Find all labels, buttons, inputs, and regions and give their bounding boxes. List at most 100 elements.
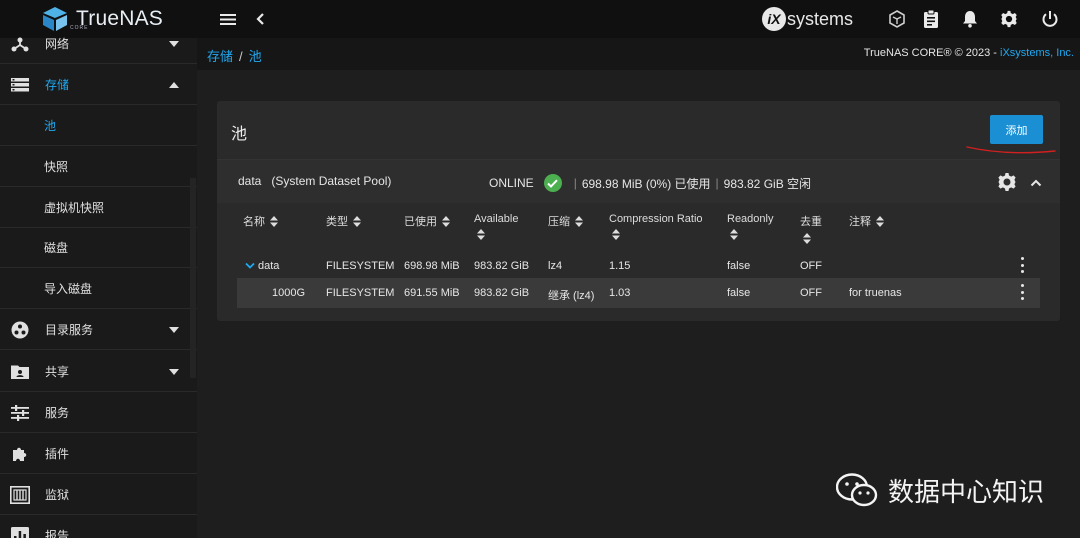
- chevron-left-icon[interactable]: [252, 0, 268, 38]
- sort-icon: [575, 215, 583, 227]
- sidebar: 网络 存储 池 快照 虚拟机快照 磁盘 导入磁盘 目录服务 共享 服务 插件 监…: [0, 37, 197, 538]
- column-comments[interactable]: 注释: [849, 213, 884, 229]
- page-title: 池: [231, 126, 248, 143]
- cell-readonly: false: [727, 287, 751, 299]
- column-name[interactable]: 名称: [243, 213, 278, 229]
- breadcrumb-current[interactable]: 池: [249, 49, 262, 64]
- directory-services-icon: [10, 320, 30, 340]
- bell-icon[interactable]: [959, 0, 981, 38]
- watermark: 数据中心知识: [836, 470, 1044, 510]
- column-label: 名称: [243, 216, 265, 228]
- breadcrumb: 存储 / 池: [207, 46, 262, 65]
- sidebar-item-label: 磁盘: [44, 241, 69, 255]
- copyright-notice: TrueNAS CORE® © 2023 - iXsystems, Inc.: [864, 47, 1074, 59]
- sidebar-item-pools[interactable]: 池: [0, 106, 197, 146]
- column-label: 去重: [800, 216, 822, 228]
- row-actions-more-icon[interactable]: [1019, 284, 1025, 300]
- column-label: 类型: [326, 216, 348, 228]
- sidebar-item-plugins[interactable]: 插件: [0, 434, 197, 474]
- column-available[interactable]: Available: [474, 213, 518, 240]
- cell-compression: 继承 (lz4): [548, 290, 595, 302]
- column-dedup[interactable]: 去重: [800, 213, 822, 244]
- truecommand-icon[interactable]: [886, 0, 908, 38]
- shares-icon: [10, 362, 30, 382]
- cell-name: data: [258, 260, 280, 272]
- sidebar-item-jails[interactable]: 监狱: [0, 475, 197, 515]
- sidebar-item-services[interactable]: 服务: [0, 393, 197, 433]
- sidebar-item-label: 网络: [45, 37, 70, 51]
- storage-icon: [10, 75, 30, 95]
- sidebar-item-label: 报告: [45, 529, 70, 538]
- cell-ratio: 1.03: [609, 287, 631, 299]
- ixsystems-logo[interactable]: iX systems: [762, 6, 853, 32]
- sort-icon: [730, 229, 738, 240]
- sidebar-item-vm-snapshots[interactable]: 虚拟机快照: [0, 188, 197, 228]
- sidebar-item-shares[interactable]: 共享: [0, 352, 197, 392]
- pool-name: data: [238, 174, 262, 188]
- ix-badge: iX: [762, 7, 786, 31]
- collapse-chevron-up-icon[interactable]: [1030, 176, 1042, 188]
- check-circle-icon: [543, 174, 562, 192]
- column-used[interactable]: 已使用: [404, 213, 450, 229]
- sidebar-item-label: 服务: [45, 406, 70, 420]
- sidebar-item-snapshots[interactable]: 快照: [0, 147, 197, 187]
- column-label: Compression Ratio: [609, 213, 703, 225]
- power-icon[interactable]: [1039, 0, 1061, 38]
- wechat-icon: [836, 473, 878, 507]
- sidebar-item-label: 快照: [44, 160, 69, 174]
- reporting-icon: [10, 526, 30, 538]
- cell-available: 983.82 GiB: [474, 287, 530, 299]
- cell-name: 1000G: [272, 287, 306, 299]
- cell-type: FILESYSTEM: [326, 287, 395, 299]
- breadcrumb-storage-link[interactable]: 存储: [207, 49, 233, 64]
- sort-icon: [612, 229, 620, 240]
- sidebar-item-label: 插件: [45, 447, 70, 461]
- sidebar-item-label: 池: [44, 119, 57, 133]
- column-compression-ratio[interactable]: Compression Ratio: [609, 213, 703, 240]
- sidebar-item-import-disk[interactable]: 导入磁盘: [0, 269, 197, 309]
- caret-down-icon: [168, 366, 180, 378]
- sidebar-item-label: 导入磁盘: [44, 282, 93, 296]
- sidebar-item-label: 虚拟机快照: [44, 201, 105, 215]
- plugins-icon: [10, 444, 30, 464]
- column-type[interactable]: 类型: [326, 213, 361, 229]
- sidebar-item-directory-services[interactable]: 目录服务: [0, 310, 197, 350]
- gear-icon[interactable]: [998, 0, 1020, 38]
- sidebar-scrollbar[interactable]: [190, 178, 196, 378]
- expand-chevron-down-icon[interactable]: [245, 260, 255, 272]
- sort-icon: [442, 215, 450, 227]
- breadcrumb-bar: 存储 / 池 TrueNAS CORE® © 2023 - iXsystems, I…: [197, 38, 1080, 70]
- column-label: Readonly: [727, 213, 774, 225]
- breadcrumb-separator: /: [239, 49, 243, 64]
- pool-tag: (System Dataset Pool): [271, 174, 392, 188]
- sort-icon: [803, 233, 811, 244]
- column-compression[interactable]: 压缩: [548, 213, 583, 229]
- ixsystems-link[interactable]: iXsystems, Inc.: [1000, 47, 1074, 59]
- sidebar-item-label: 共享: [45, 365, 70, 379]
- network-icon: [10, 34, 30, 54]
- cell-used: 698.98 MiB: [404, 260, 460, 272]
- column-label: 注释: [849, 216, 871, 228]
- table-row[interactable]: data FILESYSTEM 698.98 MiB 983.82 GiB lz…: [237, 251, 1040, 281]
- sidebar-item-storage[interactable]: 存储: [0, 65, 197, 105]
- column-readonly[interactable]: Readonly: [727, 213, 773, 240]
- sidebar-item-disks[interactable]: 磁盘: [0, 228, 197, 268]
- cell-ratio: 1.15: [609, 260, 631, 272]
- sidebar-item-network[interactable]: 网络: [0, 24, 197, 64]
- sort-icon: [270, 215, 278, 227]
- column-label: Available: [474, 213, 519, 225]
- pool-settings-gear-icon[interactable]: [997, 172, 1017, 192]
- row-actions-more-icon[interactable]: [1019, 257, 1025, 273]
- pool-header: data (System Dataset Pool) ONLINE | 698.…: [217, 159, 1060, 203]
- cell-dedup: OFF: [800, 260, 822, 272]
- column-label: 压缩: [548, 216, 570, 228]
- menu-icon[interactable]: [217, 0, 239, 38]
- caret-down-icon: [168, 38, 180, 50]
- add-pool-button[interactable]: 添加: [990, 115, 1043, 144]
- table-row[interactable]: 1000G FILESYSTEM 691.55 MiB 983.82 GiB 继…: [237, 278, 1040, 308]
- sidebar-item-reporting[interactable]: 报告: [0, 516, 197, 538]
- cell-dedup: OFF: [800, 287, 822, 299]
- clipboard-icon[interactable]: [920, 0, 942, 38]
- cell-comment: for truenas: [849, 287, 902, 299]
- pool-status-text: ONLINE: [489, 176, 534, 190]
